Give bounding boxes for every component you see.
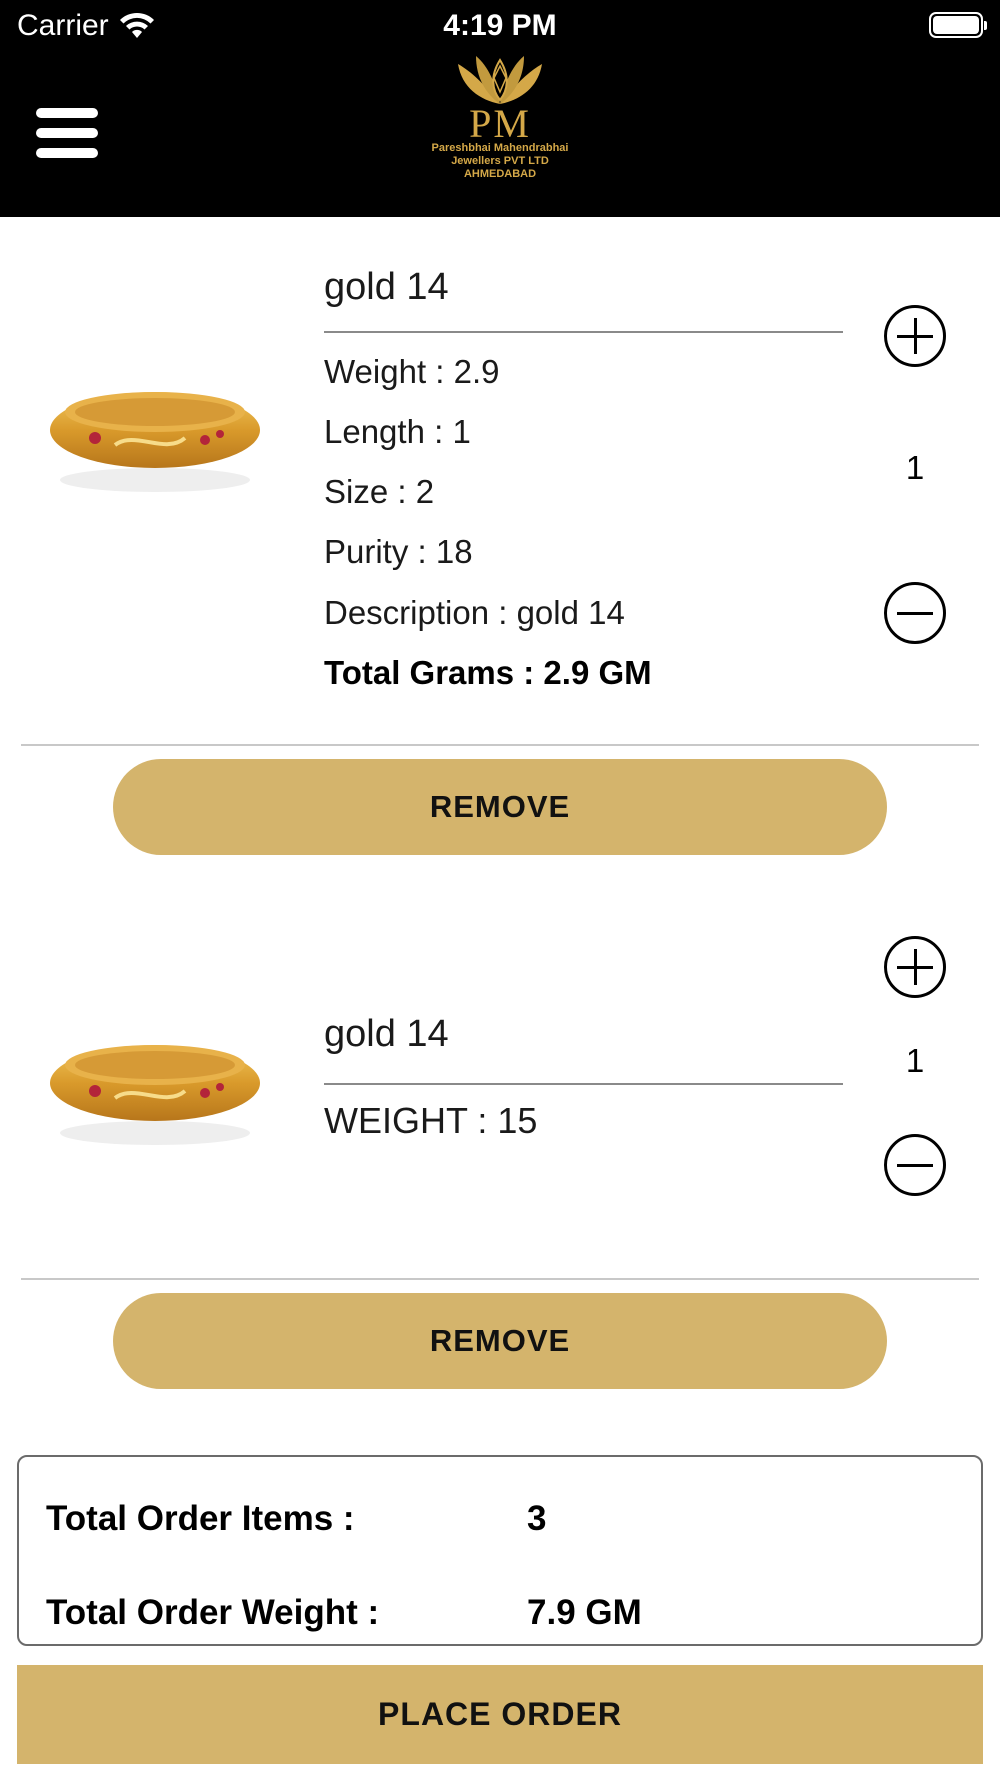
item-quantity: 1 (905, 449, 925, 486)
brand-logo: PM Pareshbhai Mahendrabhai Jewellers PVT… (400, 50, 600, 200)
order-summary: Total Order Items : 3 Total Order Weight… (17, 1455, 983, 1646)
item-description: Description : gold 14 (324, 594, 625, 631)
status-bar: Carrier 4:19 PM (0, 0, 1000, 50)
item-length: Length : 1 (324, 413, 471, 450)
item-name-underline (324, 331, 843, 333)
remove-item-button[interactable]: REMOVE (113, 1293, 887, 1389)
bangle-image (50, 392, 260, 492)
decrease-quantity-button[interactable] (884, 1134, 946, 1196)
lotus-emblem-icon (458, 56, 542, 104)
item-weight: WEIGHT : 15 (324, 1100, 538, 1141)
decrease-quantity-button[interactable] (884, 582, 946, 644)
total-items-label: Total Order Items : (46, 1499, 355, 1538)
item-divider (21, 1278, 979, 1280)
status-time: 4:19 PM (443, 9, 557, 42)
item-name: gold 14 (324, 1013, 449, 1055)
increase-quantity-button[interactable] (884, 305, 946, 367)
app-header: Carrier 4:19 PM PM Pareshbhai Mahendrabh… (0, 0, 1000, 217)
hamburger-menu-icon[interactable] (36, 108, 98, 158)
logo-line-1: Pareshbhai Mahendrabhai (431, 142, 569, 154)
total-weight-value: 7.9 GM (527, 1593, 642, 1632)
increase-quantity-button[interactable] (884, 936, 946, 998)
item-purity: Purity : 18 (324, 533, 473, 570)
item-name: gold 14 (324, 266, 449, 308)
total-weight-label: Total Order Weight : (46, 1593, 380, 1632)
item-divider (21, 744, 979, 746)
battery-icon (929, 12, 987, 38)
item-size: Size : 2 (324, 473, 435, 510)
total-items-value: 3 (527, 1499, 547, 1538)
logo-monogram: PM (469, 101, 531, 146)
item-weight: Weight : 2.9 (324, 353, 500, 390)
item-quantity: 1 (905, 1042, 925, 1079)
item-name-underline (324, 1083, 843, 1085)
minus-icon (897, 612, 933, 615)
item-total-grams: Total Grams : 2.9 GM (324, 654, 652, 691)
minus-icon (897, 1164, 933, 1167)
logo-line-3: AHMEDABAD (463, 168, 537, 180)
remove-item-button[interactable]: REMOVE (113, 759, 887, 855)
logo-line-2: Jewellers PVT LTD (451, 155, 549, 167)
place-order-button[interactable]: PLACE ORDER (17, 1665, 983, 1764)
bangle-image (50, 1045, 260, 1145)
